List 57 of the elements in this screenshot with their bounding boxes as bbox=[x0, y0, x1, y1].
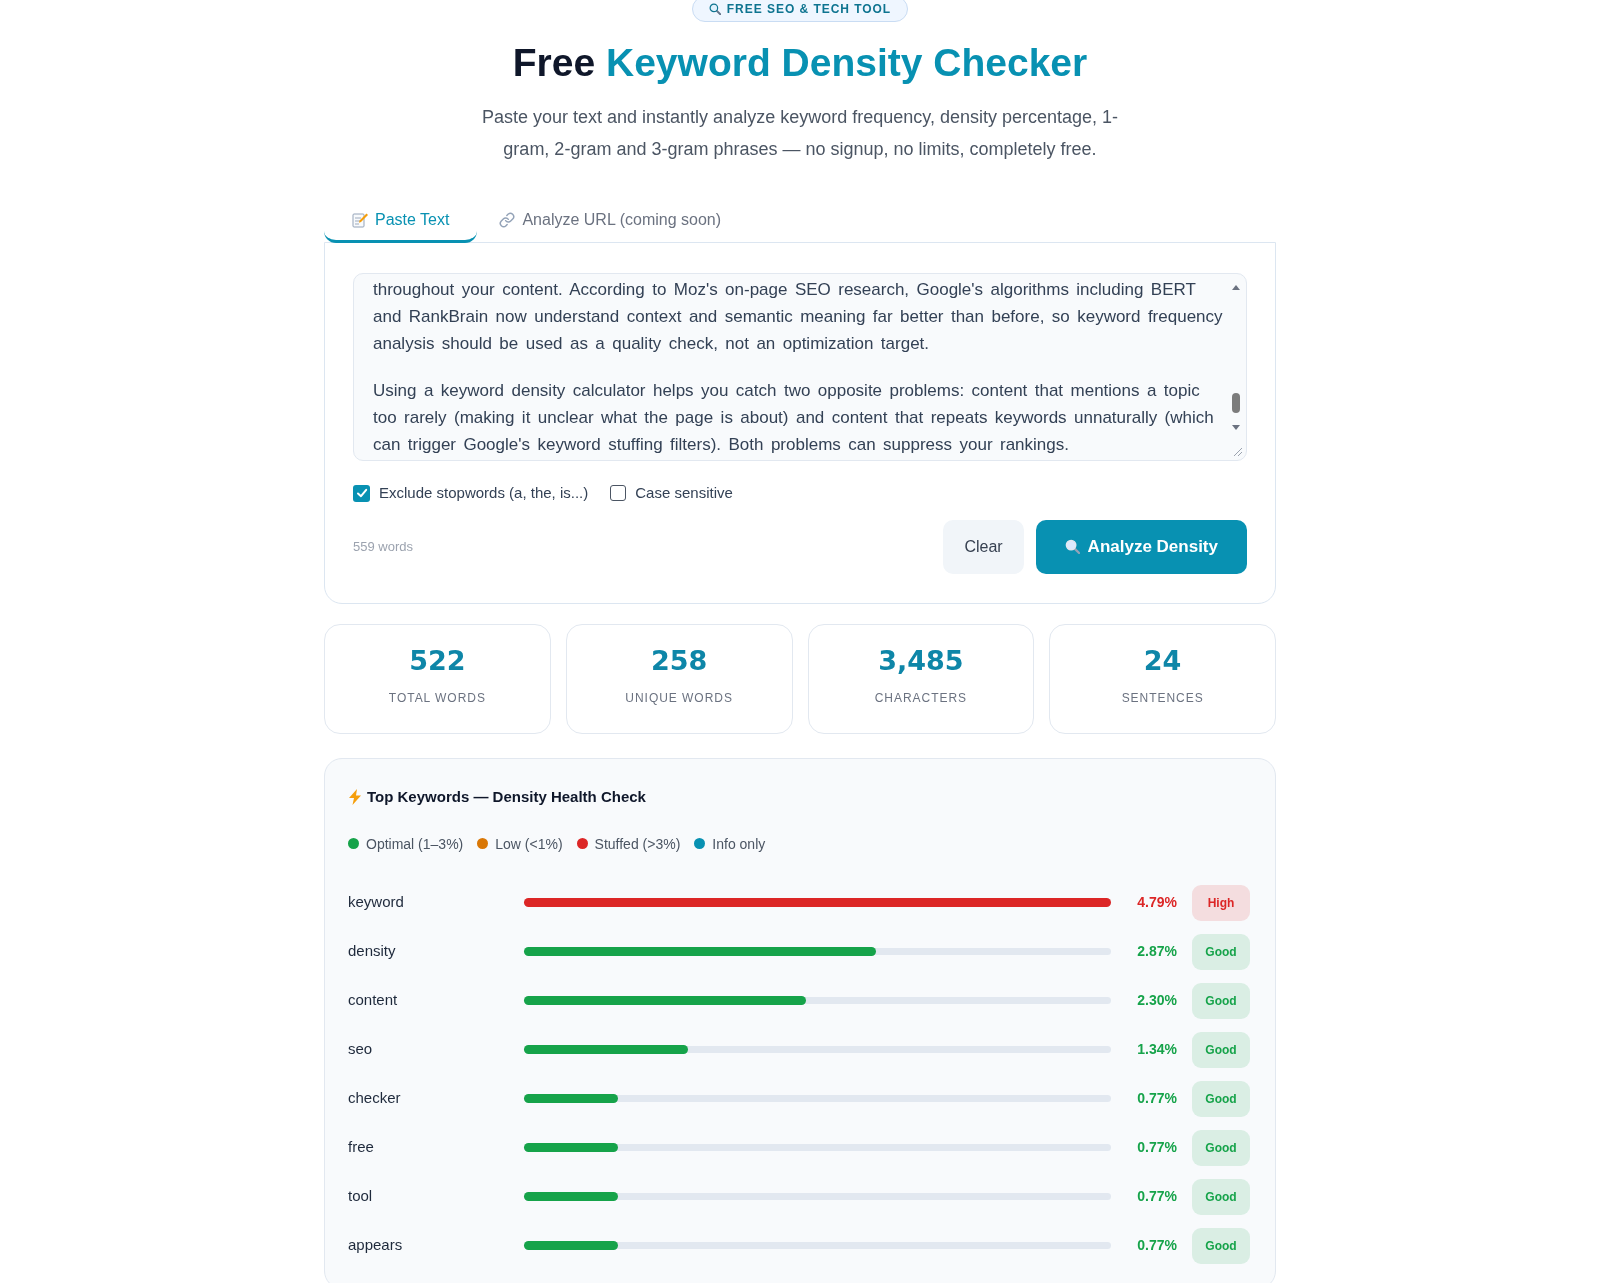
status-badge: Good bbox=[1192, 1227, 1250, 1264]
density-percent: 0.77% bbox=[1136, 1138, 1177, 1157]
badge-text: FREE SEO & TECH TOOL bbox=[726, 1, 892, 18]
text-paragraph: throughout your content. According to Moz's on-page SEO research, Google's algorithms including BERT and RankBrain now understand context and semantic meaning far better than before, so keyword frequency analysis should be used as a quality check, not an optimization target. bbox=[373, 279, 1224, 355]
stat-value: 522 bbox=[409, 644, 466, 677]
page-title: Free Keyword Density Checker bbox=[512, 40, 1088, 86]
link-icon bbox=[499, 211, 516, 228]
density-percent: 0.77% bbox=[1136, 1089, 1177, 1108]
legend-label: Info only bbox=[712, 834, 766, 853]
notepad-pencil-icon bbox=[352, 211, 368, 228]
checkbox[interactable] bbox=[610, 485, 627, 502]
status-badge: Good bbox=[1192, 1080, 1250, 1117]
word-count: 559 words bbox=[353, 537, 413, 556]
resize-grip-icon[interactable] bbox=[1233, 447, 1243, 457]
status-badge: Good bbox=[1192, 933, 1250, 970]
keyword-label: free bbox=[348, 1137, 375, 1158]
panel-heading: Top Keywords — Density Health Check bbox=[367, 786, 646, 807]
stat-label: TOTAL WORDS bbox=[388, 690, 486, 705]
keyword-label: tool bbox=[348, 1186, 374, 1207]
checkbox[interactable] bbox=[353, 484, 370, 502]
stat-value: 24 bbox=[1143, 644, 1182, 677]
text-paragraph: Using a keyword density calculator helps you catch two opposite problems: content that mentions a topic too rarely (making it unclear what the page is about) and content that repeats keywords unnaturally (which can trigger Google's keyword stuffing filters). Both problems can suppress your rankings. bbox=[373, 380, 1215, 456]
stat-value: 258 bbox=[650, 644, 708, 677]
stat-label: CHARACTERS bbox=[874, 690, 967, 705]
checkbox-label[interactable]: Case sensitive bbox=[635, 482, 733, 505]
analyze-button[interactable]: Analyze Density bbox=[1035, 519, 1247, 574]
search-icon bbox=[708, 3, 721, 15]
tab[interactable]: Analyze URL (coming soon) bbox=[477, 199, 744, 243]
keyword-label: seo bbox=[348, 1039, 374, 1060]
keyword-label: appears bbox=[348, 1235, 404, 1256]
search-icon bbox=[1064, 539, 1080, 554]
keyword-label: keyword bbox=[348, 892, 405, 913]
text-input-field[interactable] bbox=[353, 273, 1247, 461]
keyword-label: content bbox=[348, 990, 399, 1011]
density-percent: 0.77% bbox=[1136, 1236, 1177, 1255]
density-percent: 2.30% bbox=[1136, 991, 1177, 1010]
keyword-label: density bbox=[348, 941, 397, 962]
clear-button[interactable]: Clear bbox=[943, 519, 1024, 574]
page-subtitle: Paste your text and instantly analyze keyword frequency, density percentage, 1-gram, 2-gram and 3-gram phrases — no signup, no limits, completely free. bbox=[481, 106, 1119, 161]
legend-label: Low (<1%) bbox=[495, 834, 563, 853]
status-badge: Good bbox=[1192, 1178, 1250, 1215]
legend-label: Stuffed (>3%) bbox=[594, 834, 681, 853]
status-badge: Good bbox=[1192, 1031, 1250, 1068]
checkbox-label[interactable]: Exclude stopwords (a, the, is...) bbox=[379, 482, 589, 505]
status-badge: Good bbox=[1192, 982, 1250, 1019]
density-percent: 4.79% bbox=[1136, 893, 1177, 912]
stat-label: UNIQUE WORDS bbox=[625, 690, 733, 705]
lightning-bolt-icon bbox=[348, 788, 362, 805]
density-percent: 1.34% bbox=[1136, 1040, 1177, 1059]
density-percent: 0.77% bbox=[1136, 1187, 1177, 1206]
stat-value: 3,485 bbox=[878, 644, 964, 677]
legend-label: Optimal (1–3%) bbox=[366, 834, 464, 853]
status-badge: Good bbox=[1192, 1129, 1250, 1166]
status-badge: High bbox=[1192, 884, 1250, 921]
stat-label: SENTENCES bbox=[1121, 690, 1204, 705]
density-percent: 2.87% bbox=[1136, 942, 1177, 961]
keyword-label: checker bbox=[348, 1088, 402, 1109]
